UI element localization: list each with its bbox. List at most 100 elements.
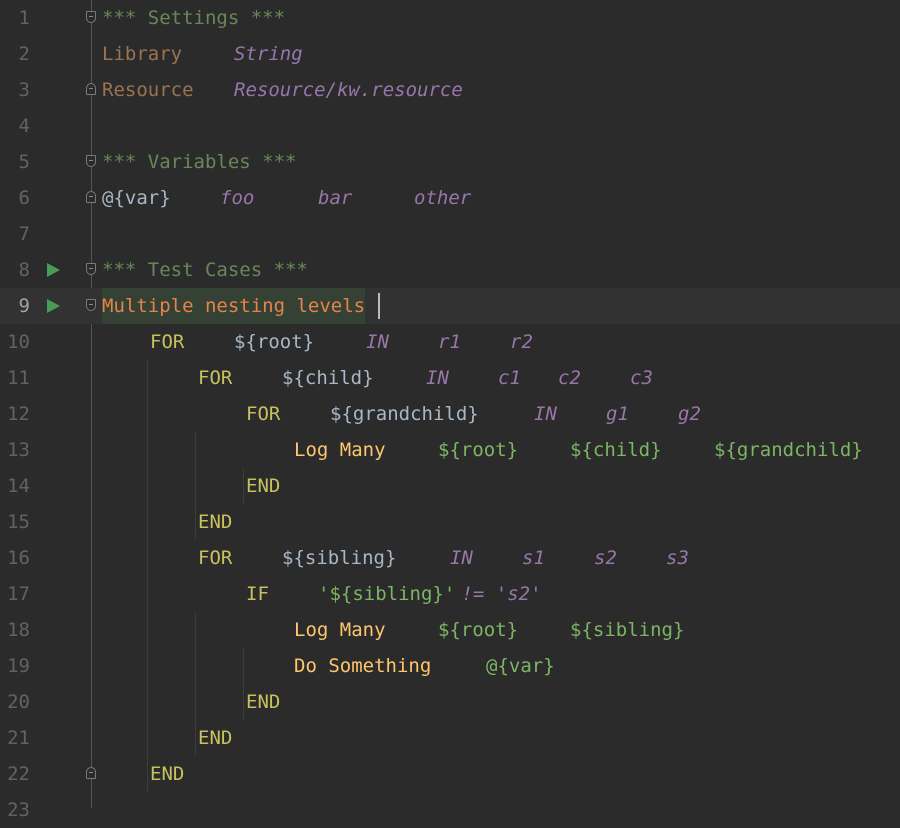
indent-guide (243, 468, 244, 504)
code-line[interactable]: 6 @{var} foo bar other (0, 180, 900, 216)
control-token: END (246, 691, 281, 713)
code-line[interactable]: 21 END (0, 720, 900, 756)
keyword-token: Log Many (294, 619, 386, 641)
fold-collapse-icon[interactable] (86, 263, 96, 275)
line-number: 6 (18, 187, 30, 209)
fold-end-icon[interactable] (86, 83, 96, 95)
code-line[interactable]: 17 IF '${sibling}' != 's2' (0, 576, 900, 612)
code-token: != 's2' (450, 583, 542, 605)
line-number: 11 (7, 367, 30, 389)
code-line[interactable]: 18 Log Many ${root} ${sibling} (0, 612, 900, 648)
code-token: @{var} (486, 655, 555, 677)
code-line[interactable]: 3 Resource Resource/kw.resource (0, 72, 900, 108)
control-token: END (198, 727, 233, 749)
indent-guide (147, 360, 148, 792)
code-token: ${root} (438, 619, 519, 641)
line-number: 18 (7, 619, 30, 641)
line-number: 22 (7, 763, 30, 785)
code-token: ${grandchild} (330, 403, 479, 425)
code-line[interactable]: 9 Multiple nesting levels (0, 288, 900, 324)
keyword-token: Do Something (294, 655, 432, 677)
code-token: bar (318, 187, 353, 209)
code-token: ${child} (570, 439, 662, 461)
code-token: r2 (510, 331, 533, 353)
code-token: IN (426, 367, 449, 389)
line-number: 2 (18, 43, 30, 65)
code-line[interactable]: 2 Library String (0, 36, 900, 72)
line-number: 16 (7, 547, 30, 569)
fold-collapse-icon[interactable] (86, 155, 96, 167)
code-token: *** Variables *** (102, 151, 297, 173)
code-token: c3 (630, 367, 653, 389)
control-token: FOR (150, 331, 185, 353)
code-line[interactable]: 16 FOR ${sibling} IN s1 s2 s3 (0, 540, 900, 576)
code-line[interactable]: 13 Log Many ${root} ${child} ${grandchild} (0, 432, 900, 468)
fold-collapse-icon[interactable] (86, 11, 96, 23)
code-line[interactable]: 1 *** Settings *** (0, 0, 900, 36)
code-token: g2 (678, 403, 701, 425)
code-token: other (414, 187, 472, 209)
run-test-icon[interactable] (47, 263, 60, 277)
code-line[interactable]: 7 (0, 216, 900, 252)
code-token: s2 (594, 547, 617, 569)
code-token: *** Test Cases *** (102, 259, 308, 281)
code-line[interactable]: 20 END (0, 684, 900, 720)
code-line[interactable]: 4 (0, 108, 900, 144)
code-line[interactable]: 8 *** Test Cases *** (0, 252, 900, 288)
code-token: Multiple nesting levels (102, 288, 366, 324)
code-token: ${grandchild} (714, 439, 863, 461)
line-number: 13 (7, 439, 30, 461)
code-line[interactable]: 22 END (0, 756, 900, 792)
code-token: Resource (102, 79, 194, 101)
line-number: 10 (7, 331, 30, 353)
code-line[interactable]: 19 Do Something @{var} (0, 648, 900, 684)
code-token: ${sibling} (570, 619, 685, 641)
code-line[interactable]: 5 *** Variables *** (0, 144, 900, 180)
line-number: 15 (7, 511, 30, 533)
line-number: 14 (7, 475, 30, 497)
indent-guide (243, 648, 244, 720)
code-token: '${sibling}' (318, 583, 456, 605)
code-token: c1 (498, 367, 521, 389)
code-token: ${child} (282, 367, 374, 389)
line-number: 20 (7, 691, 30, 713)
control-token: END (198, 511, 233, 533)
code-token: ${root} (438, 439, 519, 461)
code-line[interactable]: 10 FOR ${root} IN r1 r2 (0, 324, 900, 360)
code-line[interactable]: 11 FOR ${child} IN c1 c2 c3 (0, 360, 900, 396)
control-token: IF (246, 583, 269, 605)
control-token: END (246, 475, 281, 497)
code-token: IN (534, 403, 557, 425)
line-number: 8 (18, 259, 30, 281)
fold-collapse-icon[interactable] (86, 299, 96, 311)
code-token: r1 (438, 331, 461, 353)
indent-guide (195, 612, 196, 756)
code-line[interactable]: 12 FOR ${grandchild} IN g1 g2 (0, 396, 900, 432)
code-token: *** Settings *** (102, 7, 286, 29)
code-token: foo (220, 187, 255, 209)
code-line[interactable]: 23 (0, 792, 900, 828)
code-line[interactable]: 15 END (0, 504, 900, 540)
control-token: FOR (198, 367, 233, 389)
run-test-icon[interactable] (47, 299, 60, 313)
code-token: ${root} (234, 331, 315, 353)
code-line[interactable]: 14 END (0, 468, 900, 504)
line-number: 17 (7, 583, 30, 605)
keyword-token: Log Many (294, 439, 386, 461)
code-token: String (234, 43, 303, 65)
code-token: @{var} (102, 187, 171, 209)
code-token: IN (366, 331, 389, 353)
code-token: Resource/kw.resource (234, 79, 463, 101)
fold-end-icon[interactable] (86, 191, 96, 203)
fold-end-icon[interactable] (86, 767, 96, 779)
code-token: g1 (606, 403, 629, 425)
code-token: c2 (558, 367, 581, 389)
line-number: 19 (7, 655, 30, 677)
line-number: 12 (7, 403, 30, 425)
indent-guide (195, 432, 196, 540)
line-number: 1 (18, 7, 30, 29)
line-number: 7 (18, 223, 30, 245)
code-editor[interactable]: 1 *** Settings *** 2 Library String 3 Resource… (0, 0, 900, 821)
line-number: 5 (18, 151, 30, 173)
control-token: FOR (198, 547, 233, 569)
